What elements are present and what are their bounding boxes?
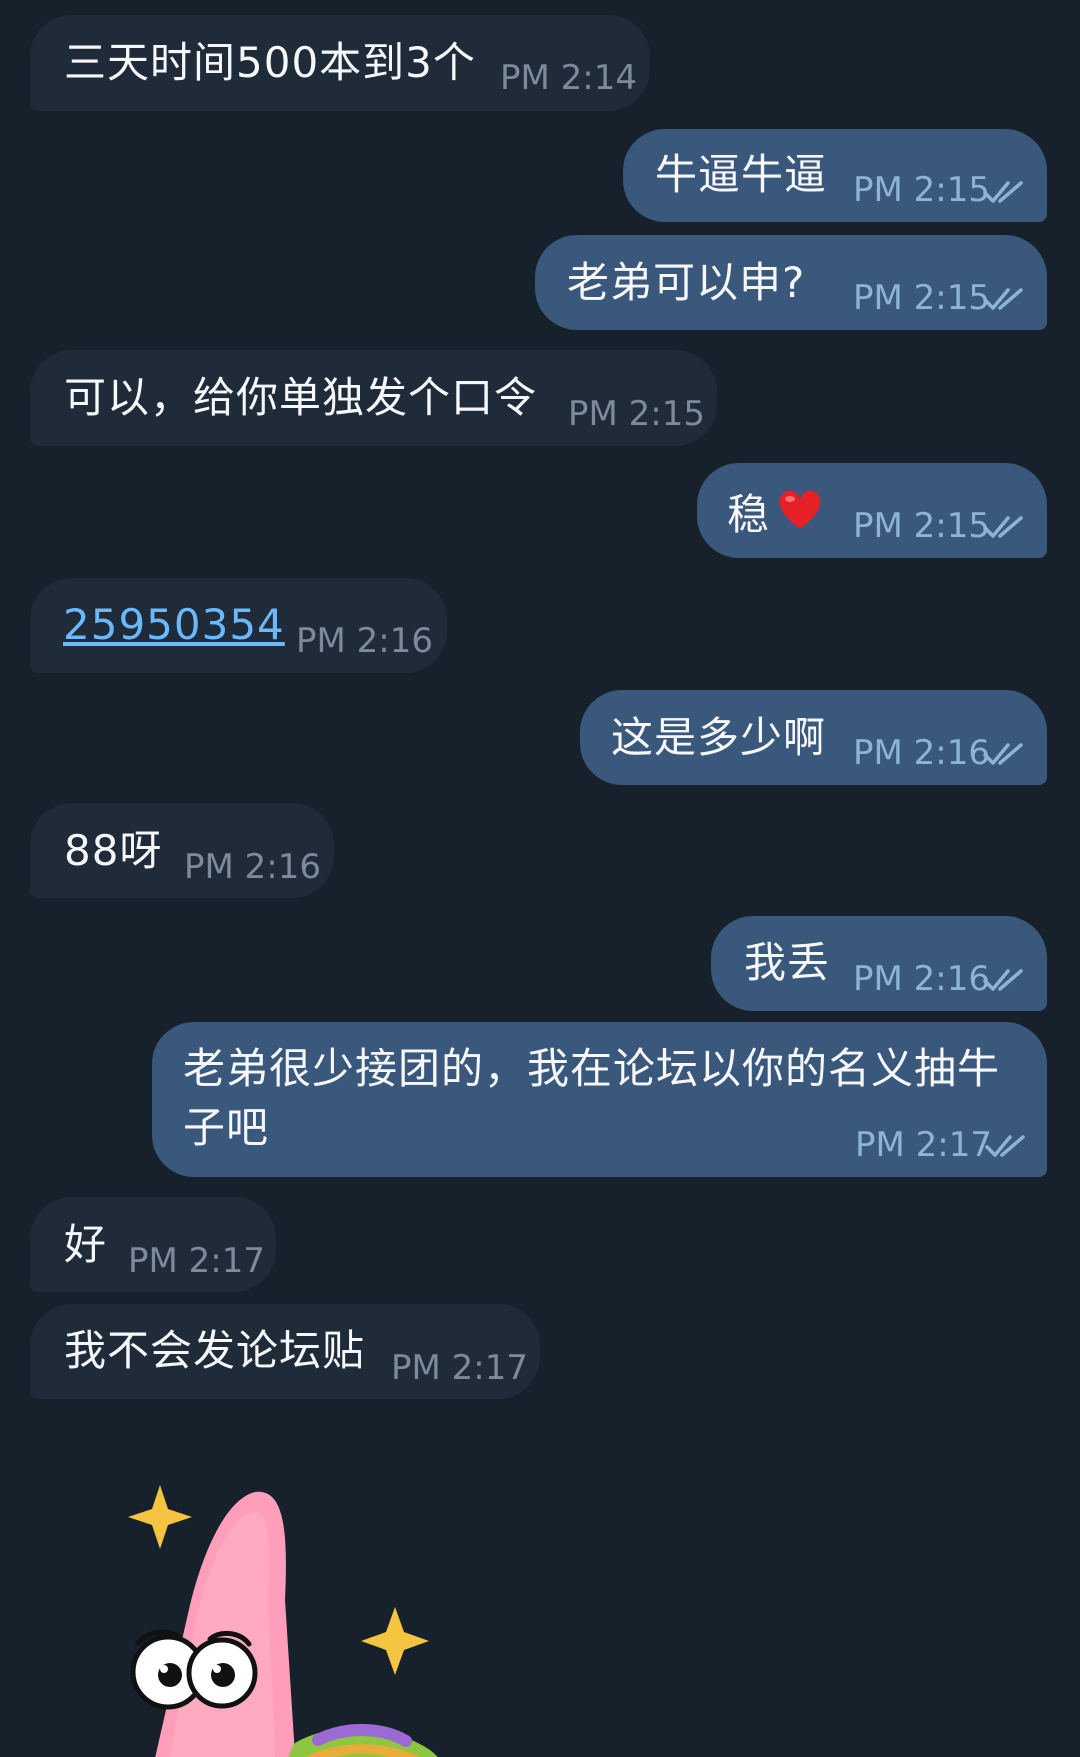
- double-check-icon: [983, 287, 1027, 311]
- message-text: 好: [64, 1220, 108, 1269]
- outgoing-message-3[interactable]: 稳 PM 2:15: [697, 463, 1047, 558]
- double-check-icon: [985, 1134, 1029, 1158]
- message-time: PM 2:15: [853, 278, 990, 318]
- message-link[interactable]: 25950354: [63, 601, 285, 649]
- message-time: PM 2:17: [128, 1241, 265, 1281]
- chat-view: 三天时间500本到3个 PM 2:14 牛逼牛逼 PM 2:15 老弟可以申? …: [0, 0, 1080, 1757]
- message-text-line-1: 老弟很少接团的，我在论坛以你的名义抽牛: [183, 1044, 1001, 1093]
- message-text: 老弟可以申?: [567, 258, 806, 307]
- message-text: 这是多少啊: [611, 713, 827, 762]
- message-time: PM 2:15: [853, 506, 990, 546]
- message-text-line-2: 子吧: [183, 1103, 270, 1152]
- incoming-message-2[interactable]: 可以，给你单独发个口令 PM 2:15: [30, 350, 717, 446]
- heart-icon: [776, 485, 824, 533]
- outgoing-message-5[interactable]: 我丢 PM 2:16: [711, 916, 1047, 1011]
- message-time: PM 2:14: [500, 58, 637, 98]
- double-check-icon: [983, 968, 1027, 992]
- message-time: PM 2:16: [853, 959, 990, 999]
- message-text: 我不会发论坛贴: [64, 1326, 366, 1375]
- message-time: PM 2:15: [568, 394, 705, 434]
- double-check-icon: [983, 515, 1027, 539]
- outgoing-message-1[interactable]: 牛逼牛逼 PM 2:15: [623, 129, 1047, 222]
- message-time: PM 2:17: [391, 1348, 528, 1388]
- message-text: 88呀: [64, 826, 163, 875]
- message-time: PM 2:16: [853, 733, 990, 773]
- double-check-icon: [983, 742, 1027, 766]
- outgoing-message-2[interactable]: 老弟可以申? PM 2:15: [535, 235, 1047, 330]
- incoming-message-6[interactable]: 我不会发论坛贴 PM 2:17: [30, 1304, 540, 1399]
- outgoing-message-4[interactable]: 这是多少啊 PM 2:16: [580, 690, 1047, 785]
- incoming-message-5[interactable]: 好 PM 2:17: [30, 1197, 276, 1292]
- double-check-icon: [983, 180, 1027, 204]
- message-time: PM 2:16: [296, 621, 433, 661]
- incoming-message-1[interactable]: 三天时间500本到3个 PM 2:14: [30, 15, 650, 111]
- message-time: PM 2:16: [184, 847, 321, 887]
- message-text-row: 稳: [727, 485, 824, 539]
- message-text: 三天时间500本到3个: [64, 38, 476, 87]
- message-text: 可以，给你单独发个口令: [64, 373, 538, 422]
- patrick-star-sticker[interactable]: [80, 1440, 580, 1757]
- incoming-message-4[interactable]: 88呀 PM 2:16: [30, 803, 334, 898]
- message-text: 我丢: [744, 938, 831, 987]
- message-time: PM 2:15: [853, 170, 990, 210]
- message-text: 牛逼牛逼: [655, 150, 828, 199]
- message-time: PM 2:17: [855, 1125, 992, 1165]
- incoming-message-3[interactable]: 25950354 PM 2:16: [30, 578, 447, 673]
- message-text: 稳: [727, 490, 771, 539]
- outgoing-message-6[interactable]: 老弟很少接团的，我在论坛以你的名义抽牛 子吧 PM 2:17: [152, 1022, 1047, 1177]
